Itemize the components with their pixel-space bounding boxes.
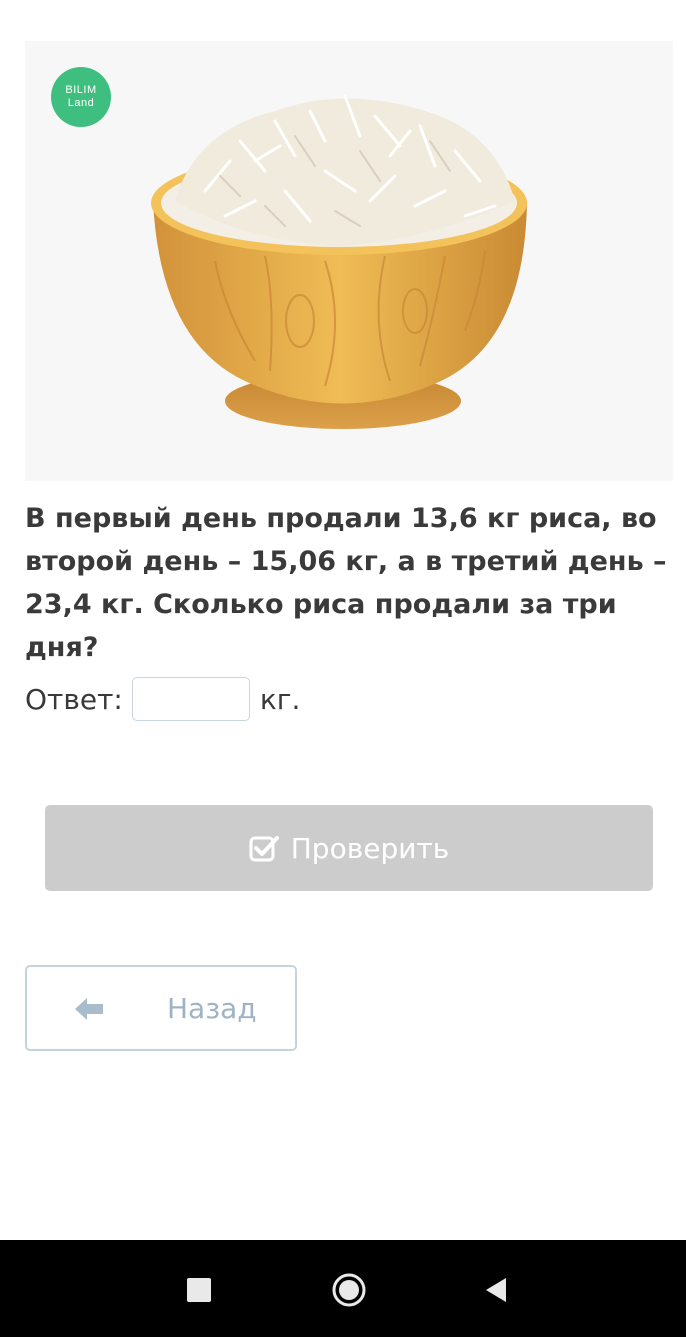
android-navigation-bar <box>0 1240 686 1337</box>
circle-home-icon[interactable] <box>331 1272 367 1308</box>
answer-row: Ответ: кг. <box>25 675 300 723</box>
logo-line2: Land <box>67 97 95 109</box>
check-button-label: Проверить <box>290 831 450 865</box>
question-text: В первый день продали 13,6 кг риса, во в… <box>25 503 667 663</box>
logo-line1: BILIM <box>65 84 97 96</box>
checkbox-check-icon <box>249 836 279 862</box>
triangle-back-icon[interactable] <box>484 1277 508 1303</box>
check-button[interactable]: Проверить <box>45 805 653 891</box>
answer-input[interactable] <box>131 677 250 721</box>
back-button[interactable]: Назад <box>25 965 297 1051</box>
answer-label: Ответ: <box>25 682 123 716</box>
question-image: BILIM Land <box>25 41 673 481</box>
rice-bowl-illustration <box>151 94 527 429</box>
back-button-label: Назад <box>167 992 257 1025</box>
bilimland-logo: BILIM Land <box>51 67 111 127</box>
answer-unit: кг. <box>259 682 301 716</box>
square-icon[interactable] <box>187 1278 211 1302</box>
arrow-left-icon <box>75 998 103 1020</box>
